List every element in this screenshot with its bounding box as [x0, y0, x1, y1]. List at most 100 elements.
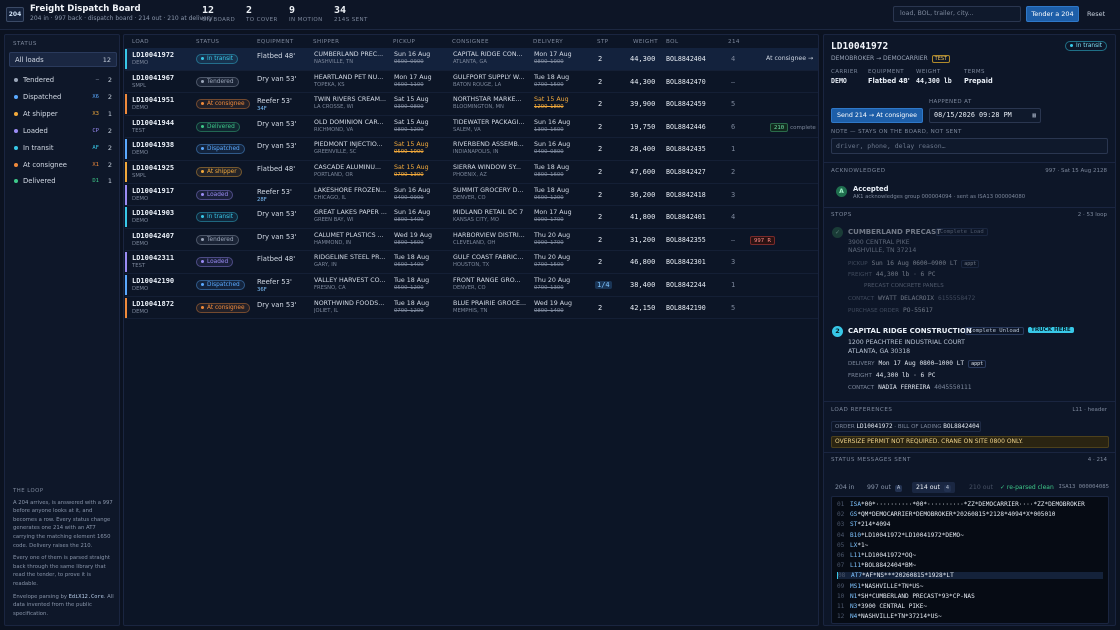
- send-214-button[interactable]: Send 214 → At consignee: [831, 108, 923, 123]
- column-header-delivery[interactable]: DELIVERY: [533, 39, 563, 45]
- status-dot: [14, 128, 18, 133]
- sidebar-item-delivered[interactable]: Delivered D1 1: [9, 174, 117, 189]
- column-header-consignee[interactable]: CONSIGNEE: [452, 39, 489, 45]
- tab-214-out[interactable]: 214 out 4: [912, 482, 956, 493]
- next-status-action[interactable]: At consignee →: [766, 55, 813, 62]
- table-row[interactable]: LD10041972 DEMO In transit Flatbed 48' CUMBE…: [125, 48, 818, 71]
- column-header-weight[interactable]: WEIGHT: [633, 39, 658, 45]
- edi-segment-line: 03 ST*214*4094: [837, 521, 891, 529]
- load-id: LD10041972 DEMO: [132, 51, 175, 66]
- reefer-temp: 28F: [257, 196, 267, 203]
- column-header-stp[interactable]: STP: [597, 39, 609, 45]
- column-header-214[interactable]: 214: [728, 39, 740, 45]
- status-dot: [14, 179, 18, 184]
- sidebar-item-all-loads[interactable]: All loads 12: [9, 52, 117, 67]
- edi-segment-line: 12 N4*NASHVILLE*TN*37214*US~: [837, 613, 942, 621]
- column-header-shipper[interactable]: SHIPPER: [313, 39, 339, 45]
- bol-number: BOL8842418: [666, 190, 706, 199]
- table-row[interactable]: LD10041917 DEMO Loaded Reefer 53' 28F LAKESHO…: [125, 184, 818, 207]
- tab-204-in[interactable]: 204 in: [831, 482, 858, 493]
- table-row[interactable]: LD10042407 DEMO Tendered Dry van 53' CALUMET…: [125, 229, 818, 252]
- happened-at-input[interactable]: 08/15/2026 09:28 PM ▦: [929, 108, 1041, 123]
- consignee: GULFPORT SUPPLY W... BATON ROUGE, LA: [453, 73, 525, 88]
- load-id: LD10041925 SMPL: [132, 164, 175, 179]
- stat-on-board: 12 ON BOARD: [202, 5, 236, 23]
- reset-button[interactable]: Reset: [1087, 6, 1105, 22]
- row-status-accent: [125, 162, 127, 182]
- tab-997-out[interactable]: 997 out A: [863, 482, 906, 493]
- row-status-accent: [125, 207, 127, 228]
- column-header-bol[interactable]: BOL: [666, 39, 678, 45]
- equipment: Dry van 53': [257, 232, 297, 241]
- note-input[interactable]: driver, phone, delay reason…: [831, 138, 1108, 154]
- equipment-label: EQUIPMENT: [868, 69, 905, 75]
- status-badge: In transit: [196, 54, 239, 64]
- edi-segment-line: 07 L11*BOL8842404*BM~: [837, 562, 917, 570]
- consignee: CAPITAL RIDGE CON... ATLANTA, GA: [453, 51, 523, 65]
- weight: 44,300: [630, 55, 656, 63]
- bol-number: BOL8842301: [666, 258, 706, 267]
- pickup-window: Wed 19 Aug 0800–1600: [394, 231, 433, 246]
- table-row[interactable]: LD10041872 DEMO At consignee Dry van 53' NOR…: [125, 297, 818, 320]
- stop-count: 2: [598, 213, 603, 222]
- column-header-equipment[interactable]: EQUIPMENT: [257, 39, 294, 45]
- table-row[interactable]: LD10041951 DEMO At consignee Reefer 53' 34F T…: [125, 93, 818, 116]
- column-header-pickup[interactable]: PICKUP: [393, 39, 415, 45]
- sidebar-item-at-shipper[interactable]: At shipper X3 1: [9, 107, 117, 122]
- load-detail-panel: LD10041972 In transit DEMOBROKER → DEMOC…: [823, 34, 1116, 626]
- stop-freight: FREIGHT 44,300 lb · 6 PC: [848, 271, 936, 278]
- bol-number: BOL8842355: [666, 235, 706, 244]
- consignee: GULF COAST FABRIC... HOUSTON, TX: [453, 254, 524, 269]
- sidebar-item-dispatched[interactable]: Dispatched X6 2: [9, 90, 117, 105]
- sidebar-item-tendered[interactable]: Tendered — 2: [9, 73, 117, 88]
- tender-204-button[interactable]: Tender a 204: [1026, 6, 1079, 22]
- tab-210-out[interactable]: 210 out: [965, 482, 997, 493]
- loop-paragraph: A 204 arrives, is answered with a 997 be…: [13, 499, 113, 549]
- pickup-window: Tue 18 Aug 0700–1200: [394, 299, 430, 314]
- weight: 28,400: [630, 145, 656, 154]
- column-header-status[interactable]: STATUS: [196, 39, 219, 45]
- ack-meta: 997 · Sat 15 Aug 2128: [1045, 168, 1107, 174]
- table-row[interactable]: LD10041925 SMPL At shipper Flatbed 48' CASCA…: [125, 161, 818, 184]
- stops-meta: 2 · 53 loop: [1077, 212, 1107, 218]
- shipper: HEARTLAND PET NU... TOPEKA, KS: [314, 73, 384, 88]
- msgs-meta: 4 · 214: [1087, 457, 1107, 463]
- delivery-window: Thu 20 Aug 0900–1700: [534, 231, 571, 246]
- edi-status-code: AF: [92, 144, 99, 151]
- table-row[interactable]: LD10042190 DEMO Dispatched Reefer 53' 36F VAL…: [125, 274, 818, 297]
- truck-here-badge: TRUCK HERE: [1028, 327, 1074, 333]
- sidebar-item-loaded[interactable]: Loaded CP 2: [9, 124, 117, 139]
- table-row[interactable]: LD10041903 DEMO In transit Dry van 53' GREAT…: [125, 206, 818, 229]
- sidebar-item-label: At consignee: [23, 160, 67, 169]
- consignee: BLUE PRAIRIE GROCE... MEMPHIS, TN: [453, 299, 526, 314]
- edi-status-code: X3: [92, 110, 99, 117]
- table-row[interactable]: LD10042311 TEST Loaded Flatbed 48' RIDGELINE…: [125, 251, 818, 274]
- delivery-window: Mon 17 Aug 0900–1700: [534, 209, 572, 224]
- consignee: SIERRA WINDOW SY... PHOENIX, AZ: [453, 164, 522, 178]
- equipment: Dry van 53': [257, 210, 297, 219]
- table-row[interactable]: LD10041967 SMPL Tendered Dry van 53' HEARTLA…: [125, 71, 818, 94]
- pickup-window: Tue 18 Aug 0500–1200: [394, 277, 430, 291]
- edi-viewer[interactable]: 01 ISA*00*··········*00*··········*ZZ*DEM…: [831, 496, 1109, 624]
- top-bar: 204 Freight Dispatch Board 204 in · 997 …: [0, 0, 1120, 30]
- edi-segment-line: 06 L11*LD10041972*OQ~: [837, 552, 917, 559]
- checkmark-icon: ✓: [832, 227, 843, 238]
- delivery-window: Sun 16 Aug 1300–1600: [534, 118, 571, 133]
- edi-segment-line: 09 MS1*NASHVILLE*TN*US~: [837, 582, 924, 590]
- stops-heading: STOPS: [831, 212, 852, 218]
- bol-number: BOL8842470: [666, 77, 706, 86]
- stop-count: 2: [598, 55, 603, 63]
- table-row[interactable]: LD10041938 DEMO Dispatched Dry van 53' PIEDM…: [125, 138, 818, 161]
- reefer-temp: 34F: [257, 106, 267, 113]
- ack-rejected-badge: 997 R: [750, 235, 775, 245]
- sidebar-item-in-transit[interactable]: In transit AF 2: [9, 141, 117, 156]
- sidebar-item-at-consignee[interactable]: At consignee X1 2: [9, 158, 117, 173]
- 214-count: 1: [731, 281, 736, 289]
- sidebar-item-count: 2: [107, 76, 112, 84]
- stop-contact: CONTACT WYATT DELACROIX 6155558472: [848, 295, 976, 302]
- sidebar-heading: STATUS: [13, 41, 37, 47]
- table-row[interactable]: LD10041944 TEST Delivered Dry van 53' OLD DO…: [125, 116, 818, 139]
- column-header-load[interactable]: LOAD: [132, 39, 149, 45]
- detail-load-id: LD10041972: [831, 41, 889, 52]
- search-input[interactable]: load, BOL, trailer, city...: [893, 6, 1021, 22]
